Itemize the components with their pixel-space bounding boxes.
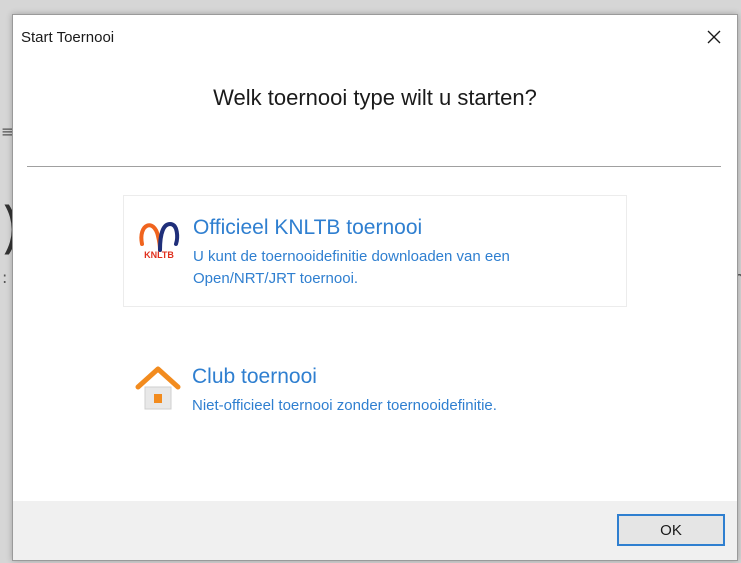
background-fragment: :	[2, 268, 8, 287]
knltb-logo-text: KNLTB	[144, 250, 174, 260]
title-bar: Start Toernooi	[13, 15, 737, 59]
close-icon	[707, 30, 721, 44]
start-tournament-dialog: Start Toernooi Welk toernooi type wilt u…	[12, 14, 738, 561]
option-description: Niet-officieel toernooi zonder toernooid…	[192, 397, 497, 414]
house-icon	[135, 366, 181, 410]
ok-button[interactable]: OK	[617, 514, 725, 546]
option-description: U kunt de toernooidefinitie downloaden v…	[193, 248, 510, 287]
dialog-heading: Welk toernooi type wilt u starten?	[213, 85, 537, 110]
option-title: Club toernooi	[192, 365, 317, 388]
option-title: Officieel KNLTB toernooi	[193, 216, 423, 239]
divider	[27, 166, 721, 167]
knltb-logo-icon: KNLTB	[139, 221, 180, 260]
option-club-tournament[interactable]: Club toernooi Niet-officieel toernooi zo…	[123, 353, 625, 437]
close-button[interactable]	[691, 15, 737, 59]
dialog-footer: OK	[13, 501, 737, 560]
dialog-title: Start Toernooi	[21, 29, 115, 46]
option-official-knltb-tournament[interactable]: KNLTB Officieel KNLTB toernooi U kunt de…	[123, 195, 627, 307]
